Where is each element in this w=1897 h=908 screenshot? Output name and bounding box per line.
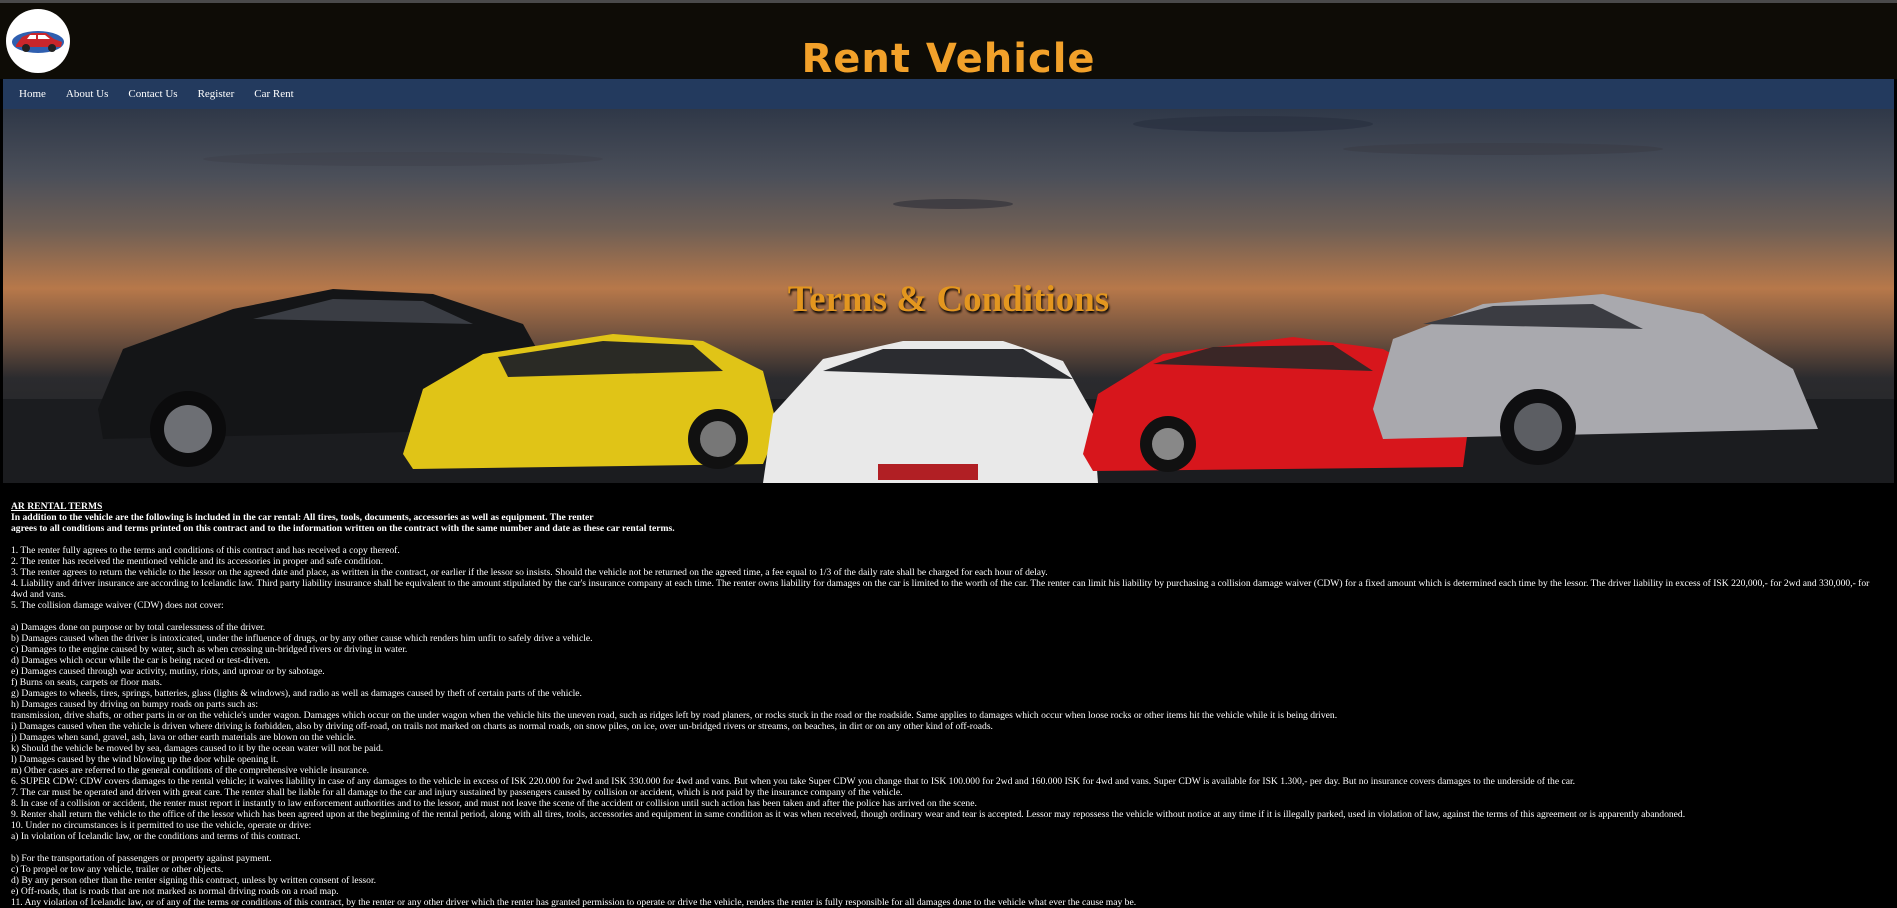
terms-clause: 7. The car must be operated and driven w… [11,787,903,798]
nav-car-rent[interactable]: Car Rent [254,88,293,100]
terms-clause: f) Burns on seats, carpets or floor mats… [11,677,163,688]
hero-title: Terms & Conditions [787,279,1110,320]
terms-heading: AR RENTAL TERMS [11,501,103,512]
terms-clause-group-2: a) Damages done on purpose or by total c… [11,622,1886,842]
site-title: Rent Vehicle [801,36,1096,82]
terms-clause: 3. The renter agrees to return the vehic… [11,567,1048,578]
terms-clause: l) Damages caused by the wind blowing up… [11,754,279,765]
terms-intro-line-1: In addition to the vehicle are the follo… [11,512,594,523]
terms-clause: 2. The renter has received the mentioned… [11,556,383,567]
site-header: Rent Vehicle [0,3,1897,79]
terms-clause: 1. The renter fully agrees to the terms … [11,545,400,556]
terms-clause: h) Damages caused by driving on bumpy ro… [11,699,258,710]
nav-about-us[interactable]: About Us [66,88,108,100]
terms-clause: 10. Under no circumstances is it permitt… [11,820,312,831]
terms-clause: k) Should the vehicle be moved by sea, d… [11,743,384,754]
terms-clause: 11. Any violation of Icelandic law, or o… [11,897,1137,908]
terms-clause: a) In violation of Icelandic law, or the… [11,831,301,842]
terms-clause: c) Damages to the engine caused by water… [11,644,408,655]
terms-clause: c) To propel or tow any vehicle, trailer… [11,864,224,875]
nav-home[interactable]: Home [19,88,46,100]
terms-clause: d) By any person other than the renter s… [11,875,377,886]
terms-clause: b) For the transportation of passengers … [11,853,272,864]
terms-clause: 5. The collision damage waiver (CDW) doe… [11,600,224,611]
terms-clause: a) Damages done on purpose or by total c… [11,622,266,633]
terms-clause: m) Other cases are referred to the gener… [11,765,370,776]
terms-clause-group-3: b) For the transportation of passengers … [11,853,1886,908]
terms-clause: 9. Renter shall return the vehicle to th… [11,809,1686,820]
terms-clause: 8. In case of a collision or accident, t… [11,798,977,809]
hero-banner: Terms & Conditions [3,109,1894,483]
terms-content: AR RENTAL TERMS In addition to the vehic… [0,483,1897,908]
terms-clause: e) Damages caused through war activity, … [11,666,325,677]
terms-clause-group-1: 1. The renter fully agrees to the terms … [11,545,1886,611]
terms-clause: i) Damages caused when the vehicle is dr… [11,721,993,732]
terms-clause: 6. SUPER CDW: CDW covers damages to the … [11,776,1576,787]
terms-clause: 4. Liability and driver insurance are ac… [11,578,1870,600]
nav-register[interactable]: Register [198,88,235,100]
terms-clause: e) Off-roads, that is roads that are not… [11,886,339,897]
terms-intro-line-2: agrees to all conditions and terms print… [11,523,675,534]
terms-clause: b) Damages caused when the driver is int… [11,633,593,644]
main-nav: Home About Us Contact Us Register Car Re… [3,79,1894,109]
terms-clause: d) Damages which occur while the car is … [11,655,271,666]
terms-clause: transmission, drive shafts, or other par… [11,710,1338,721]
terms-clause: j) Damages when sand, gravel, ash, lava … [11,732,356,743]
terms-clause: g) Damages to wheels, tires, springs, ba… [11,688,582,699]
nav-contact-us[interactable]: Contact Us [128,88,177,100]
